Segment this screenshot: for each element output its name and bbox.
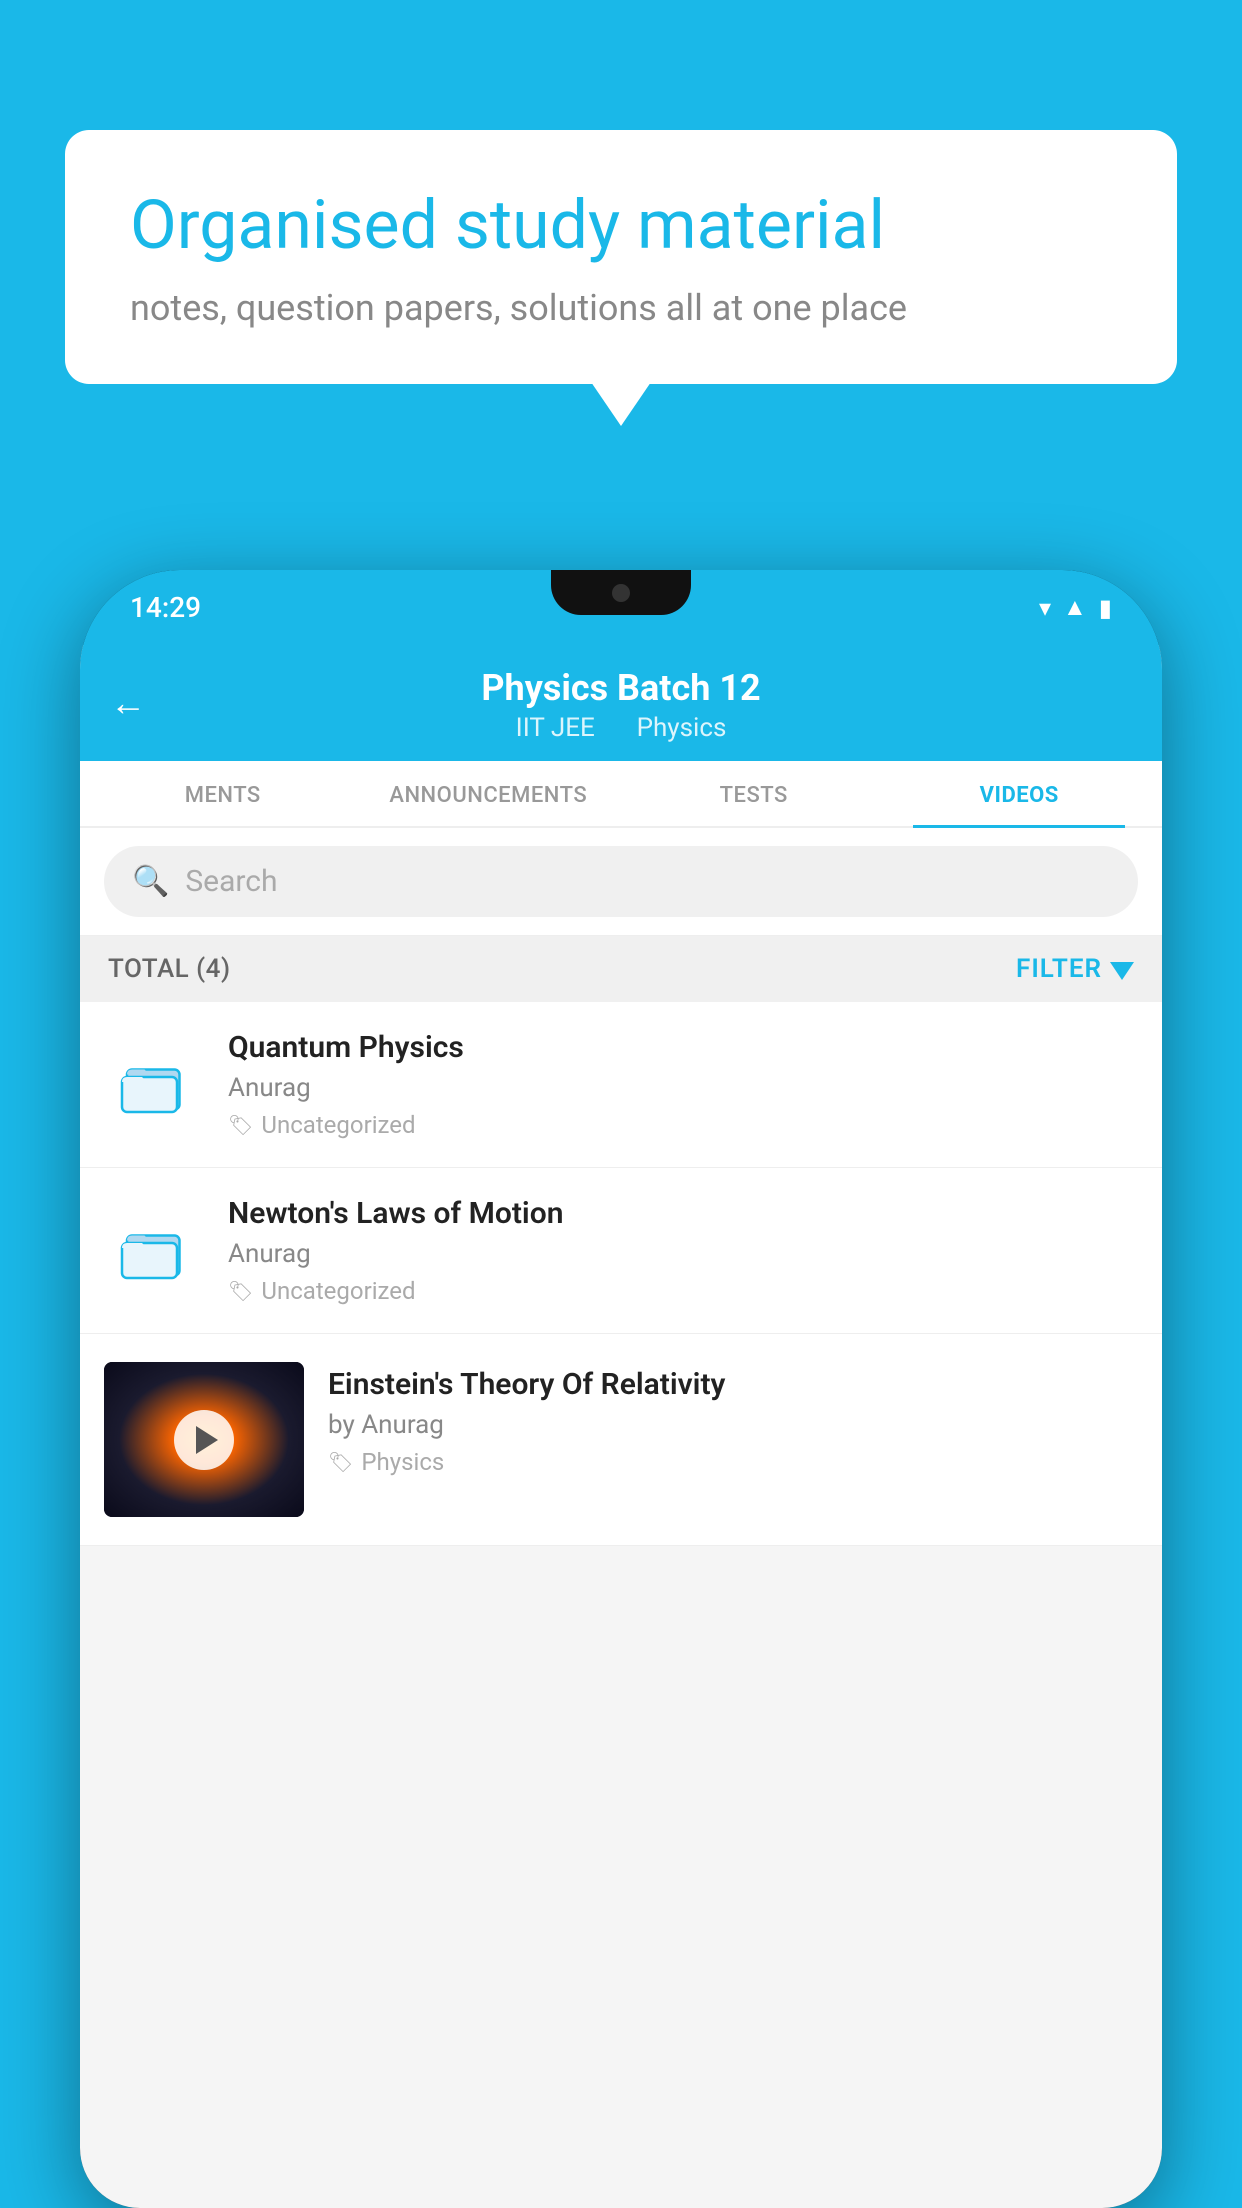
wifi-icon: ▾ [1039,594,1051,622]
video-author: by Anurag [328,1410,1138,1440]
tag-icon: 🏷 [228,1279,253,1303]
video-title: Newton's Laws of Motion [228,1196,1138,1231]
search-container: 🔍 Search [80,828,1162,936]
list-item[interactable]: Quantum Physics Anurag 🏷 Uncategorized [80,1002,1162,1168]
phone-frame: 14:29 ▾ ▲ ▮ ← Physics Batch 12 IIT JEE P… [80,570,1162,2208]
phone-screen: ← Physics Batch 12 IIT JEE Physics MENTS… [80,645,1162,2208]
app-header: ← Physics Batch 12 IIT JEE Physics [80,645,1162,761]
video-author: Anurag [228,1073,1138,1103]
camera-dot [612,584,630,602]
search-icon: 🔍 [132,864,169,899]
play-button[interactable] [174,1410,234,1470]
video-thumbnail [104,1362,304,1517]
status-time: 14:29 [130,591,201,624]
video-title: Quantum Physics [228,1030,1138,1065]
video-tag: 🏷 Physics [328,1448,1138,1476]
battery-icon: ▮ [1099,594,1112,622]
tag-icon: 🏷 [228,1113,253,1137]
tag-icon: 🏷 [328,1450,353,1474]
subtitle-part2: Physics [637,713,727,743]
notch [551,570,691,615]
filter-button[interactable]: FILTER [1016,954,1134,984]
header-subtitle: IIT JEE Physics [110,713,1132,743]
search-input-wrap[interactable]: 🔍 Search [104,846,1138,917]
speech-bubble-title: Organised study material [130,185,1112,267]
speech-bubble-container: Organised study material notes, question… [65,130,1177,384]
video-author: Anurag [228,1239,1138,1269]
tab-tests[interactable]: TESTS [621,761,887,826]
play-icon [196,1426,218,1454]
filter-bar: TOTAL (4) FILTER [80,936,1162,1002]
status-icons: ▾ ▲ ▮ [1039,593,1112,622]
signal-icon: ▲ [1063,593,1087,622]
video-info: Newton's Laws of Motion Anurag 🏷 Uncateg… [228,1196,1138,1305]
header-title: Physics Batch 12 [110,667,1132,709]
tab-announcements[interactable]: ANNOUNCEMENTS [356,761,622,826]
tabs-bar: MENTS ANNOUNCEMENTS TESTS VIDEOS [80,761,1162,828]
status-bar: 14:29 ▾ ▲ ▮ [80,570,1162,645]
video-info: Quantum Physics Anurag 🏷 Uncategorized [228,1030,1138,1139]
list-item[interactable]: Newton's Laws of Motion Anurag 🏷 Uncateg… [80,1168,1162,1334]
list-item[interactable]: Einstein's Theory Of Relativity by Anura… [80,1334,1162,1546]
video-info: Einstein's Theory Of Relativity by Anura… [328,1362,1138,1476]
subtitle-part1: IIT JEE [516,713,595,743]
video-tag: 🏷 Uncategorized [228,1111,1138,1139]
folder-icon [104,1206,204,1296]
filter-icon [1110,962,1134,980]
total-count: TOTAL (4) [108,954,231,984]
video-list: Quantum Physics Anurag 🏷 Uncategorized [80,1002,1162,1546]
folder-icon [104,1040,204,1130]
tab-ments[interactable]: MENTS [90,761,356,826]
back-button[interactable]: ← [110,682,146,724]
video-tag: 🏷 Uncategorized [228,1277,1138,1305]
search-placeholder: Search [185,864,277,899]
speech-bubble: Organised study material notes, question… [65,130,1177,384]
speech-bubble-subtitle: notes, question papers, solutions all at… [130,287,1112,329]
tab-videos[interactable]: VIDEOS [887,761,1153,826]
video-title: Einstein's Theory Of Relativity [328,1367,1138,1402]
